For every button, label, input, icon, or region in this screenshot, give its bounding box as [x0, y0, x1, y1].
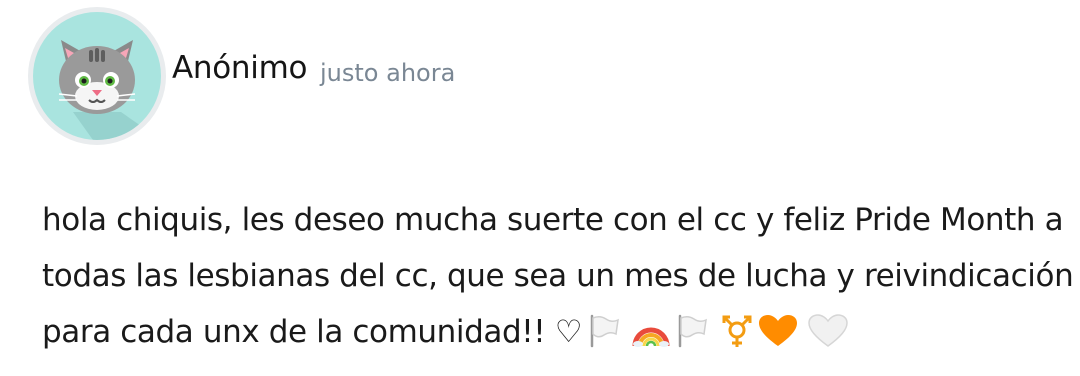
message-line-last: para cada unx de la comunidad!! ♡	[42, 304, 1042, 366]
post-timestamp: justo ahora	[320, 59, 456, 87]
author-name[interactable]: Anónimo	[172, 50, 307, 86]
message-line: hola chiquis, les deseo mucha suerte con…	[42, 202, 1064, 238]
white-flag-icon	[674, 310, 708, 366]
cat-avatar-icon	[33, 12, 161, 140]
transgender-symbol-icon	[720, 310, 754, 366]
message-line-text: para cada unx de la comunidad!! ♡	[42, 314, 583, 350]
message-line: todas las lesbianas del cc, que sea un m…	[42, 258, 1074, 294]
post-card: Anónimo justo ahora hola chiquis, les de…	[0, 0, 1080, 376]
white-flag-icon	[586, 310, 620, 366]
white-heart-icon	[808, 310, 848, 366]
rainbow-icon	[632, 310, 670, 366]
orange-heart-icon	[758, 310, 798, 366]
avatar[interactable]	[28, 7, 166, 145]
post-message: hola chiquis, les deseo mucha suerte con…	[42, 192, 1074, 366]
